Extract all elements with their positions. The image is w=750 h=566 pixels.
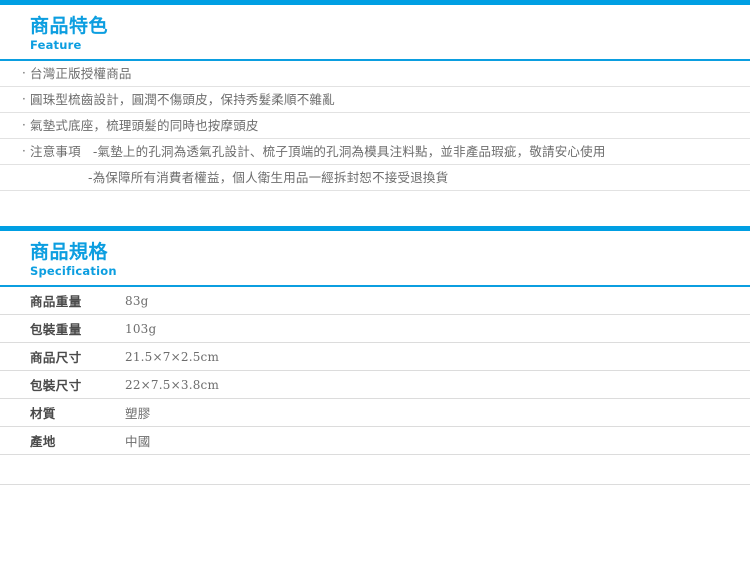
spec-row-label: 包裝重量 (0, 314, 125, 343)
spec-section-title-en: Specification (30, 264, 117, 278)
spec-row-value: 22×7.5×3.8cm (125, 370, 750, 399)
spec-row-value: 21.5×7×2.5cm (125, 342, 750, 371)
feature-item: · 台灣正版授權商品 (0, 61, 750, 87)
specification-section: 商品規格 Specification 商品重量 83g 包裝重量 103g 商品尺寸 21… (0, 226, 750, 485)
bullet-icon: · (22, 118, 26, 132)
feature-item: · 氣墊式底座，梳理頭髮的同時也按摩頭皮 (0, 113, 750, 139)
spec-row-value: 83g (125, 287, 750, 315)
feature-section-title-en: Feature (30, 38, 82, 52)
feature-list: · 台灣正版授權商品 · 圓珠型梳齒設計，圓潤不傷頭皮，保持秀髮柔順不雜亂 · 氣墊式底座… (0, 61, 750, 191)
bullet-icon: · (22, 144, 26, 158)
spec-row: 包裝重量 103g (0, 314, 750, 343)
spec-row-label (0, 454, 125, 485)
bullet-icon: · (22, 66, 26, 80)
spec-section-title-zh: 商品規格 (30, 241, 109, 263)
spec-row-value (125, 454, 750, 485)
feature-note-label: 注意事項 (30, 144, 81, 159)
spec-row-label: 商品尺寸 (0, 342, 125, 371)
spec-row: 包裝尺寸 22×7.5×3.8cm (0, 370, 750, 399)
spec-row-label: 產地 (0, 426, 125, 455)
spec-row-value: 塑膠 (125, 398, 750, 427)
feature-item-text: 注意事項 -氣墊上的孔洞為透氣孔設計、梳子頂端的孔洞為模具注料點，並非產品瑕疵，敬… (30, 143, 750, 160)
spec-row-value: 中國 (125, 426, 750, 455)
spec-row: 材質 塑膠 (0, 398, 750, 427)
specification-table: 商品重量 83g 包裝重量 103g 商品尺寸 21.5×7×2.5cm 包裝尺寸 22×7.… (0, 287, 750, 485)
spec-row-label: 材質 (0, 398, 125, 427)
spec-section-header: 商品規格 Specification (0, 231, 750, 287)
feature-item: · 圓珠型梳齒設計，圓潤不傷頭皮，保持秀髮柔順不雜亂 (0, 87, 750, 113)
spec-row-value: 103g (125, 314, 750, 343)
feature-item: -為保障所有消費者權益，個人衛生用品一經拆封恕不接受退換貨 (0, 165, 750, 191)
feature-item-text: 台灣正版授權商品 (30, 66, 132, 81)
bullet-icon: · (22, 92, 26, 106)
feature-item-text: 圓珠型梳齒設計，圓潤不傷頭皮，保持秀髮柔順不雜亂 (30, 92, 335, 107)
feature-item: · 注意事項 -氣墊上的孔洞為透氣孔設計、梳子頂端的孔洞為模具注料點，並非產品瑕疵，… (0, 139, 750, 165)
feature-item-text: -為保障所有消費者權益，個人衛生用品一經拆封恕不接受退換貨 (88, 170, 449, 185)
spec-row: 商品尺寸 21.5×7×2.5cm (0, 342, 750, 371)
spec-row: 產地 中國 (0, 426, 750, 455)
feature-note-body: -氣墊上的孔洞為透氣孔設計、梳子頂端的孔洞為模具注料點，並非產品瑕疵，敬請安心使… (92, 144, 606, 159)
feature-section-header: 商品特色 Feature (0, 5, 750, 61)
spec-row-empty (0, 454, 750, 485)
feature-item-text: 氣墊式底座，梳理頭髮的同時也按摩頭皮 (30, 118, 259, 133)
spec-row-label: 包裝尺寸 (0, 370, 125, 399)
spec-row-label: 商品重量 (0, 287, 125, 315)
feature-section-title-zh: 商品特色 (30, 15, 109, 37)
spec-row: 商品重量 83g (0, 287, 750, 315)
feature-section: 商品特色 Feature · 台灣正版授權商品 · 圓珠型梳齒設計，圓潤不傷頭皮，保持… (0, 0, 750, 191)
